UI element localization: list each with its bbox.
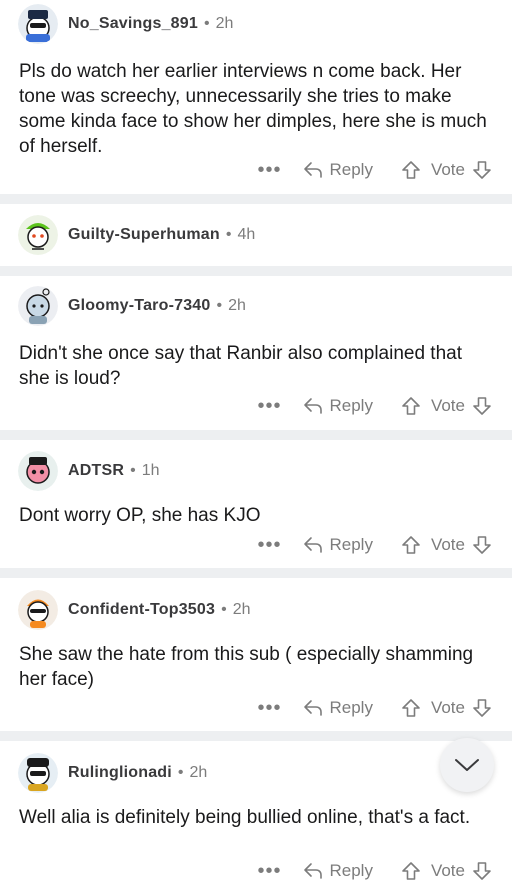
- comment-divider: [0, 194, 512, 204]
- scroll-to-next-button[interactable]: [440, 738, 494, 792]
- downvote-arrow-icon[interactable]: [472, 861, 492, 881]
- comment-3: Gloomy-Taro-7340 • 2h Didn't she once sa…: [0, 276, 512, 430]
- reply-label: Reply: [329, 535, 373, 554]
- meta-separator: •: [203, 15, 210, 32]
- vote-controls: Vote: [401, 160, 492, 180]
- upvote-arrow-icon[interactable]: [401, 160, 421, 180]
- downvote-arrow-icon[interactable]: [472, 535, 492, 555]
- comment-header: Guilty-Superhuman • 4h: [18, 215, 255, 255]
- vote-controls: Vote: [401, 698, 492, 718]
- avatar[interactable]: [18, 286, 58, 326]
- vote-count: Vote: [430, 396, 465, 415]
- comment-1: No_Savings_891 • 2h Pls do watch her ear…: [0, 0, 512, 194]
- reply-label: Reply: [329, 160, 373, 179]
- reply-label: Reply: [329, 396, 373, 415]
- reply-label: Reply: [329, 698, 373, 717]
- username[interactable]: Guilty-Superhuman: [68, 226, 220, 244]
- reply-button[interactable]: Reply: [303, 160, 373, 180]
- username[interactable]: Gloomy-Taro-7340: [68, 297, 211, 315]
- reply-arrow-icon: [303, 397, 323, 415]
- vote-count: Vote: [430, 698, 465, 717]
- timestamp: 2h: [215, 15, 234, 32]
- vote-controls: Vote: [401, 396, 492, 416]
- timestamp: 2h: [232, 601, 251, 618]
- comment-4: ADTSR • 1h Dont worry OP, she has KJO ••…: [0, 440, 512, 568]
- vote-count: Vote: [430, 861, 465, 880]
- meta-separator: •: [130, 462, 136, 479]
- avatar[interactable]: [18, 451, 58, 491]
- more-options-button[interactable]: •••: [257, 535, 281, 555]
- comment-actions: ••• Reply Vote: [257, 156, 492, 184]
- vote-count: Vote: [430, 535, 465, 554]
- reply-button[interactable]: Reply: [303, 861, 373, 881]
- upvote-arrow-icon[interactable]: [401, 698, 421, 718]
- meta-separator: •: [225, 226, 232, 243]
- comment-actions: ••• Reply Vote: [257, 531, 492, 559]
- vote-count: Vote: [430, 160, 465, 179]
- more-options-button[interactable]: •••: [257, 396, 281, 416]
- vote-controls: Vote: [401, 861, 492, 881]
- comment-divider: [0, 430, 512, 440]
- comment-text: She saw the hate from this sub ( especia…: [19, 644, 474, 690]
- reply-arrow-icon: [303, 536, 323, 554]
- more-options-button[interactable]: •••: [257, 160, 281, 180]
- downvote-arrow-icon[interactable]: [472, 698, 492, 718]
- comment-text: Dont worry OP, she has KJO: [19, 505, 261, 526]
- timestamp: 4h: [237, 226, 256, 243]
- comment-divider: [0, 568, 512, 578]
- timestamp: 2h: [228, 297, 246, 314]
- downvote-arrow-icon[interactable]: [472, 160, 492, 180]
- avatar[interactable]: [18, 753, 58, 793]
- upvote-arrow-icon[interactable]: [401, 396, 421, 416]
- vote-controls: Vote: [401, 535, 492, 555]
- reply-arrow-icon: [303, 699, 323, 717]
- reply-label: Reply: [329, 861, 373, 880]
- username[interactable]: Rulinglionadi: [68, 764, 172, 782]
- comment-actions: ••• Reply Vote: [257, 857, 492, 885]
- upvote-arrow-icon[interactable]: [401, 535, 421, 555]
- comment-text: Didn't she once say that Ranbir also com…: [19, 343, 462, 389]
- meta-separator: •: [177, 764, 184, 781]
- meta-separator: •: [216, 297, 223, 314]
- upvote-arrow-icon[interactable]: [401, 861, 421, 881]
- comment-5: Confident-Top3503 • 2h She saw the hate …: [0, 578, 512, 731]
- comment-actions: ••• Reply Vote: [257, 694, 492, 722]
- reply-arrow-icon: [303, 862, 323, 880]
- avatar[interactable]: [18, 215, 58, 255]
- reply-button[interactable]: Reply: [303, 396, 373, 416]
- timestamp: 2h: [189, 764, 208, 781]
- comment-actions: ••• Reply Vote: [257, 392, 492, 420]
- comment-divider: [0, 266, 512, 276]
- comment-text: Well alia is definitely being bullied on…: [19, 807, 471, 828]
- comment-text: Pls do watch her earlier interviews n co…: [19, 61, 487, 157]
- meta-separator: •: [221, 601, 227, 618]
- username[interactable]: ADTSR: [68, 462, 124, 480]
- downvote-arrow-icon[interactable]: [472, 396, 492, 416]
- comment-header: Gloomy-Taro-7340 • 2h: [18, 286, 246, 326]
- comment-header: Rulinglionadi • 2h: [18, 753, 207, 793]
- timestamp: 1h: [141, 462, 160, 479]
- comment-header: ADTSR • 1h: [18, 451, 160, 491]
- comment-6: Rulinglionadi • 2h Well alia is definite…: [0, 741, 512, 881]
- more-options-button[interactable]: •••: [257, 698, 281, 718]
- reply-button[interactable]: Reply: [303, 535, 373, 555]
- reply-arrow-icon: [303, 161, 323, 179]
- avatar[interactable]: [18, 590, 58, 630]
- comment-header: Confident-Top3503 • 2h: [18, 590, 251, 630]
- comment-divider: [0, 731, 512, 741]
- avatar[interactable]: [18, 4, 58, 44]
- comment-2[interactable]: Guilty-Superhuman • 4h: [0, 204, 512, 266]
- comment-header: No_Savings_891 • 2h: [18, 4, 233, 44]
- chevron-down-icon: [454, 757, 480, 773]
- reply-button[interactable]: Reply: [303, 698, 373, 718]
- more-options-button[interactable]: •••: [257, 861, 281, 881]
- username[interactable]: Confident-Top3503: [68, 601, 215, 619]
- username[interactable]: No_Savings_891: [68, 15, 198, 33]
